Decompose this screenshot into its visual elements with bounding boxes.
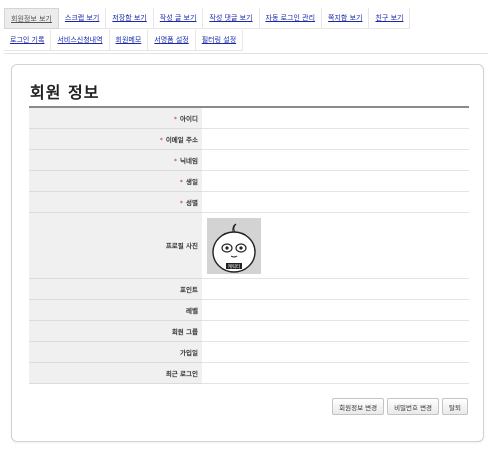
tab-signature-settings[interactable]: 서명폼 설정: [148, 30, 196, 51]
row-points: 포인트: [29, 278, 469, 300]
label-birthday: * 생일: [29, 170, 202, 192]
tab-my-posts[interactable]: 작성 글 보기: [153, 8, 204, 29]
value-email: [202, 128, 469, 150]
tab-login-history[interactable]: 로그인 기록: [4, 30, 52, 51]
tabs-divider: [4, 53, 488, 54]
value-member-group: [202, 320, 469, 342]
page-title: 회원 정보: [30, 83, 100, 102]
row-user-id: * 아이디: [29, 107, 469, 129]
value-points: [202, 278, 469, 300]
label-join-date: 가입일: [29, 341, 202, 363]
row-birthday: * 생일: [29, 170, 469, 192]
label-nickname: * 닉네임: [29, 149, 202, 171]
label-level: 레벨: [29, 299, 202, 321]
photo-caption: 캐릭터: [228, 263, 240, 270]
tab-service-requests[interactable]: 서비스신청내역: [51, 30, 110, 51]
tab-filter-settings[interactable]: 필터링 설정: [195, 30, 244, 51]
required-mark: *: [179, 198, 184, 207]
value-gender: [202, 191, 469, 213]
label-last-login: 최근 로그인: [29, 362, 202, 384]
tab-messages[interactable]: 쪽지함 보기: [322, 8, 370, 29]
tab-friends[interactable]: 친구 보기: [369, 8, 411, 29]
edit-info-button[interactable]: 회원정보 변경: [332, 398, 385, 415]
required-mark: *: [173, 114, 178, 123]
tab-saved[interactable]: 저장함 보기: [106, 8, 154, 29]
label-email: * 이메일 주소: [29, 128, 202, 150]
tab-member-memo[interactable]: 회원메모: [109, 30, 149, 51]
row-last-login: 최근 로그인: [29, 362, 469, 384]
profile-photo: 캐릭터: [207, 218, 261, 274]
required-mark: *: [159, 135, 163, 144]
withdraw-button[interactable]: 탈퇴: [442, 398, 468, 415]
value-profile-photo: 캐릭터: [202, 212, 469, 279]
row-gender: * 성별: [29, 191, 469, 213]
label-user-id: * 아이디: [29, 107, 202, 129]
change-password-button[interactable]: 비밀번호 변경: [387, 398, 440, 415]
tab-row-2: 로그인 기록 서비스신청내역 회원메모 서명폼 설정 필터링 설정: [4, 30, 488, 51]
value-last-login: [202, 362, 469, 384]
row-join-date: 가입일: [29, 341, 469, 363]
label-member-group: 회원 그룹: [29, 320, 202, 342]
member-info-panel: 회원 정보 * 아이디 * 이메일 주소 * 닉네임 * 생일 * 성별 프로필 사진: [11, 64, 484, 442]
tab-scrap[interactable]: 스크랩 보기: [58, 8, 107, 29]
row-nickname: * 닉네임: [29, 149, 469, 171]
tab-my-comments[interactable]: 작성 댓글 보기: [203, 8, 260, 29]
member-tabs: 회원정보 보기 스크랩 보기 저장함 보기 작성 글 보기 작성 댓글 보기 자…: [4, 8, 488, 54]
tab-member-info[interactable]: 회원정보 보기: [4, 8, 59, 29]
value-nickname: [202, 149, 469, 171]
value-birthday: [202, 170, 469, 192]
label-profile-photo: 프로필 사진: [29, 212, 202, 279]
label-points: 포인트: [29, 278, 202, 300]
row-email: * 이메일 주소: [29, 128, 469, 150]
required-mark: *: [173, 156, 178, 165]
tab-auto-login[interactable]: 자동 로그인 관리: [259, 8, 323, 29]
value-join-date: [202, 341, 469, 363]
label-gender: * 성별: [29, 191, 202, 213]
row-profile-photo: 프로필 사진 캐릭터: [29, 212, 469, 279]
required-mark: *: [179, 177, 184, 186]
member-info-table: * 아이디 * 이메일 주소 * 닉네임 * 생일 * 성별 프로필 사진 캐릭…: [29, 106, 469, 384]
row-level: 레벨: [29, 299, 469, 321]
tab-row-1: 회원정보 보기 스크랩 보기 저장함 보기 작성 글 보기 작성 댓글 보기 자…: [4, 8, 488, 29]
row-member-group: 회원 그룹: [29, 320, 469, 342]
action-buttons: 회원정보 변경 비밀번호 변경 탈퇴: [332, 398, 468, 415]
value-level: [202, 299, 469, 321]
value-user-id: [202, 107, 469, 129]
